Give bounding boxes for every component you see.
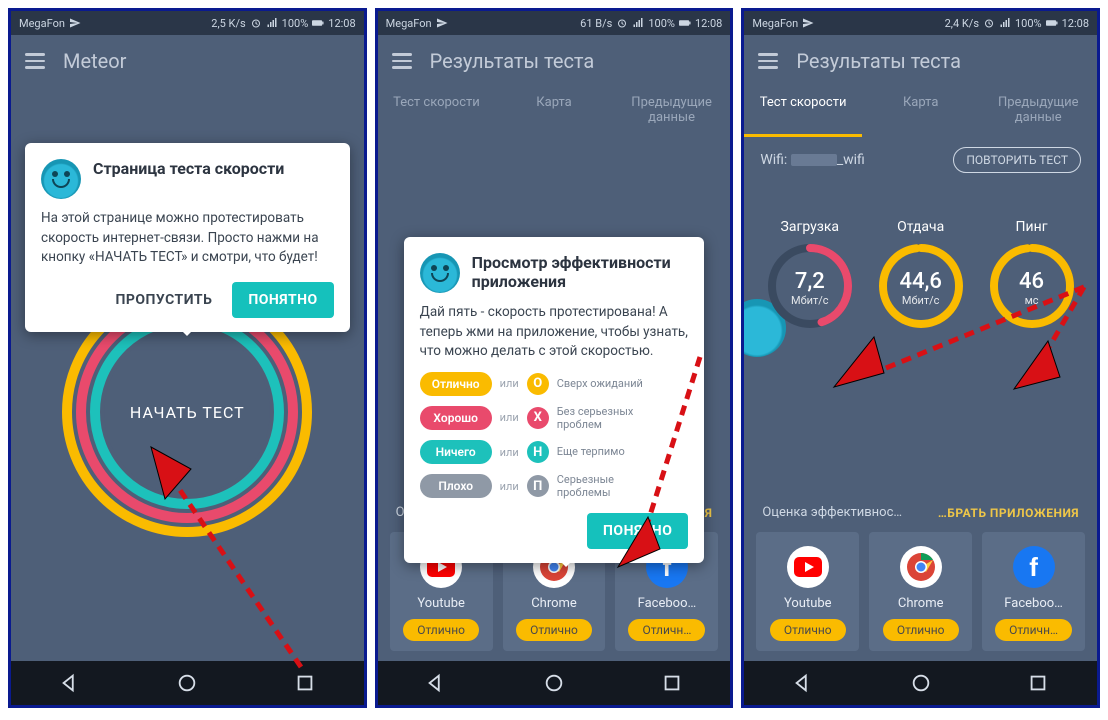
send-icon bbox=[436, 17, 448, 29]
send-icon bbox=[69, 17, 81, 29]
onboarding-popover: Страница теста скорости На этой странице… bbox=[25, 143, 350, 332]
legend-row: Плохо или П Серьезные проблемы bbox=[420, 473, 689, 499]
phone-screen-3: MegaFon 2,4 K/s 100% 12:08 Результаты те… bbox=[741, 8, 1100, 708]
legend-row: Отлично или О Сверх ожиданий bbox=[420, 372, 689, 396]
score-legend: Отлично или О Сверх ожиданий Хорошо или Х… bbox=[420, 372, 689, 500]
back-icon[interactable] bbox=[792, 672, 814, 694]
popover-body: Дай пять - скорость протестирована! А те… bbox=[420, 303, 689, 362]
skip-button[interactable]: ПРОПУСТИТЬ bbox=[109, 284, 218, 316]
menu-icon[interactable] bbox=[25, 53, 45, 69]
app-title: Результаты теста bbox=[796, 49, 961, 73]
alarm-icon bbox=[616, 17, 628, 29]
wifi-label: Wifi: _wifi bbox=[760, 152, 864, 168]
metric-Отдача: Отдача 44,6Мбит/с bbox=[876, 219, 966, 335]
ok-button[interactable]: ПОНЯТНО bbox=[232, 282, 333, 318]
battery-pct: 100% bbox=[282, 17, 309, 30]
net-speed: 2,5 K/s bbox=[211, 17, 245, 30]
tab-history[interactable]: Предыдущие данные bbox=[979, 87, 1097, 137]
legend-popover: Просмотр эффективности приложения Дай пя… bbox=[404, 237, 705, 563]
tab-speed-test[interactable]: Тест скорости bbox=[744, 87, 862, 137]
android-nav-bar bbox=[744, 661, 1097, 705]
android-nav-bar bbox=[378, 661, 731, 705]
android-nav-bar bbox=[11, 661, 364, 705]
recent-icon[interactable] bbox=[294, 672, 316, 694]
app-bar: Meteor bbox=[11, 35, 364, 87]
signal-icon bbox=[266, 17, 278, 29]
pick-apps-button[interactable]: …БРАТЬ ПРИЛОЖЕНИЯ bbox=[938, 506, 1079, 520]
status-bar: MegaFon 61 B/s 100% 12:08 bbox=[378, 11, 731, 35]
alarm-icon bbox=[983, 17, 995, 29]
connection-row: Wifi: _wifi ПОВТОРИТЬ ТЕСТ bbox=[744, 137, 1097, 179]
app-title: Meteor bbox=[63, 49, 126, 73]
send-icon bbox=[802, 17, 814, 29]
popover-body: На этой странице можно протестировать ск… bbox=[41, 209, 334, 268]
ok-button[interactable]: ПОНЯТНО bbox=[587, 513, 688, 549]
app-eval-bar: Оценка эффективнос… …БРАТЬ ПРИЛОЖЕНИЯ bbox=[744, 505, 1097, 526]
metrics-row: Загрузка 7,2Мбит/сОтдача 44,6Мбит/сПинг … bbox=[744, 219, 1097, 335]
youtube-icon bbox=[787, 546, 829, 588]
start-test-button[interactable]: НАЧАТЬ ТЕСТ bbox=[104, 329, 270, 495]
battery-icon bbox=[679, 17, 691, 29]
clock: 12:08 bbox=[328, 17, 355, 30]
recent-icon[interactable] bbox=[661, 672, 683, 694]
retest-button[interactable]: ПОВТОРИТЬ ТЕСТ bbox=[953, 147, 1081, 173]
tab-history[interactable]: Предыдущие данные bbox=[613, 87, 731, 137]
phone-screen-1: MegaFon 2,5 K/s 100% 12:08 Meteor НАЧАТЬ… bbox=[8, 8, 367, 708]
carrier-label: MegaFon bbox=[19, 17, 65, 30]
mascot-icon bbox=[420, 253, 460, 293]
metric-Пинг: Пинг 46мс bbox=[987, 219, 1077, 335]
home-icon[interactable] bbox=[543, 672, 565, 694]
back-icon[interactable] bbox=[425, 672, 447, 694]
popover-heading: Просмотр эффективности приложения bbox=[472, 253, 689, 291]
tabs: Тест скорости Карта Предыдущие данные bbox=[744, 87, 1097, 137]
menu-icon[interactable] bbox=[758, 53, 778, 69]
app-card-chrome[interactable]: Chrome Отлично bbox=[869, 532, 972, 651]
facebook-icon: f bbox=[1013, 546, 1055, 588]
tabs: Тест скорости Карта Предыдущие данные bbox=[378, 87, 731, 137]
status-bar: MegaFon 2,4 K/s 100% 12:08 bbox=[744, 11, 1097, 35]
menu-icon[interactable] bbox=[392, 53, 412, 69]
metric-Загрузка: Загрузка 7,2Мбит/с bbox=[765, 219, 855, 335]
app-card-facebook[interactable]: f Faceboo… Отличн… bbox=[982, 532, 1085, 651]
alarm-icon bbox=[250, 17, 262, 29]
status-bar: MegaFon 2,5 K/s 100% 12:08 bbox=[11, 11, 364, 35]
app-cards: Youtube Отлично Chrome Отлично f Faceboo… bbox=[744, 526, 1097, 661]
popover-heading: Страница теста скорости bbox=[93, 159, 284, 178]
mascot-icon bbox=[41, 159, 81, 199]
phone-screen-2: MegaFon 61 B/s 100% 12:08 Результаты тес… bbox=[375, 8, 734, 708]
battery-icon bbox=[312, 17, 324, 29]
legend-row: Ничего или Н Еще терпимо bbox=[420, 440, 689, 464]
app-bar: Результаты теста bbox=[378, 35, 731, 87]
back-icon[interactable] bbox=[59, 672, 81, 694]
app-title: Результаты теста bbox=[430, 49, 595, 73]
app-card-youtube[interactable]: Youtube Отлично bbox=[756, 532, 859, 651]
battery-icon bbox=[1046, 17, 1058, 29]
home-icon[interactable] bbox=[910, 672, 932, 694]
app-bar: Результаты теста bbox=[744, 35, 1097, 87]
tab-speed-test[interactable]: Тест скорости bbox=[378, 87, 496, 137]
signal-icon bbox=[632, 17, 644, 29]
home-icon[interactable] bbox=[176, 672, 198, 694]
legend-row: Хорошо или Х Без серьезных проблем bbox=[420, 405, 689, 431]
signal-icon bbox=[999, 17, 1011, 29]
recent-icon[interactable] bbox=[1027, 672, 1049, 694]
tab-map[interactable]: Карта bbox=[862, 87, 980, 137]
tab-map[interactable]: Карта bbox=[495, 87, 613, 137]
chrome-icon bbox=[900, 546, 942, 588]
